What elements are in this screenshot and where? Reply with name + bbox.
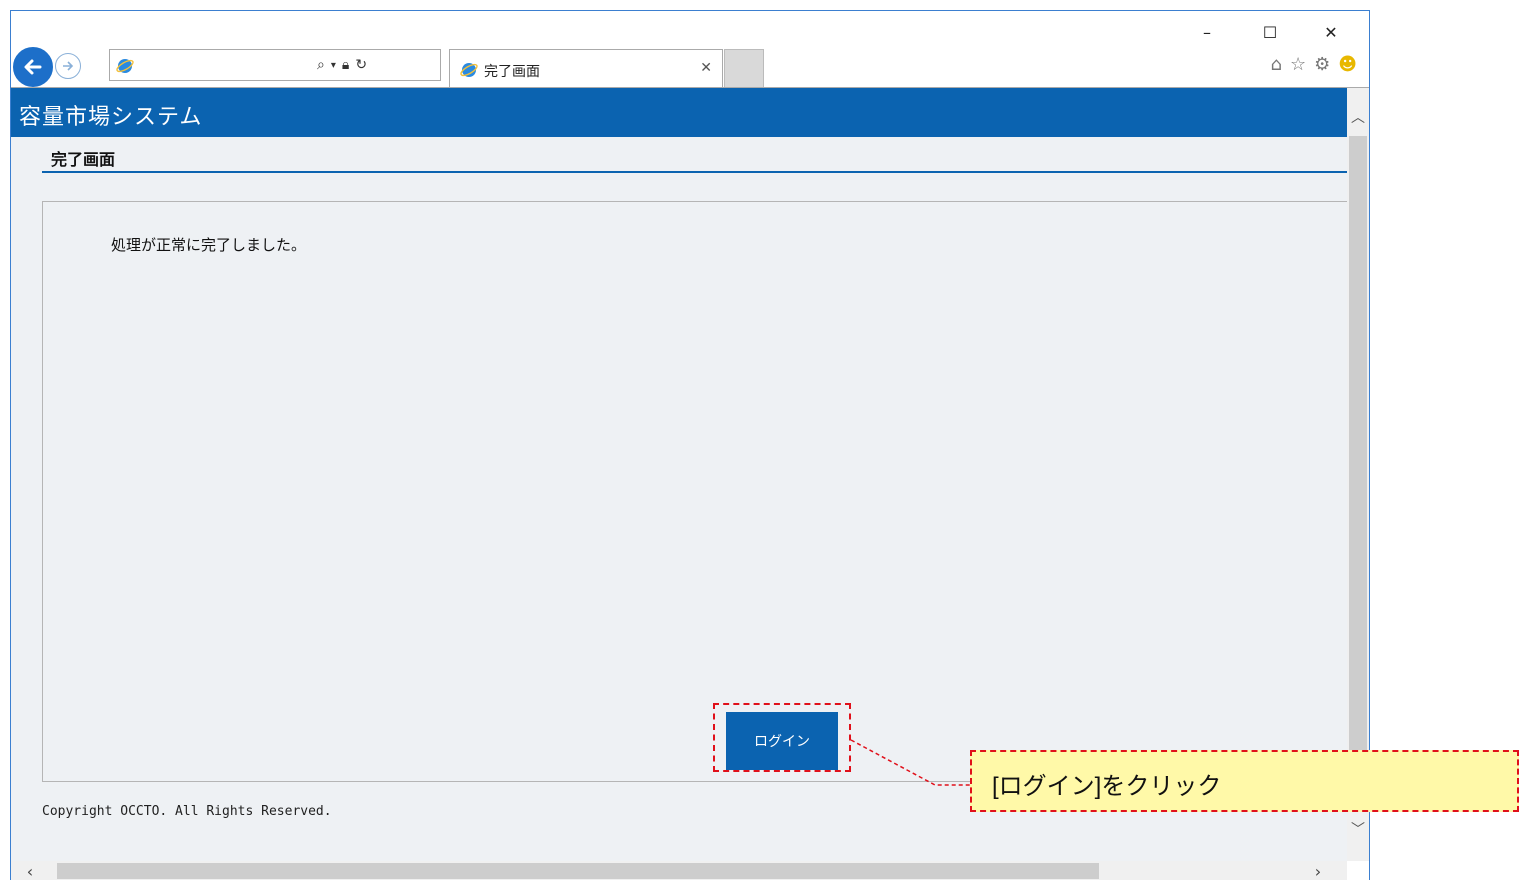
browser-toolbar: ⌂ ☆ ⚙ ☻ — [1271, 54, 1357, 75]
completion-message: 処理が正常に完了しました。 — [111, 236, 307, 254]
search-icon[interactable]: ⌕ — [317, 57, 325, 73]
content-panel: 処理が正常に完了しました。 ログイン — [42, 201, 1352, 782]
back-arrow-icon — [24, 59, 42, 75]
favorites-star-icon[interactable]: ☆ — [1290, 54, 1306, 75]
vertical-scrollbar[interactable]: ︿ ﹀ — [1347, 88, 1369, 861]
home-icon[interactable]: ⌂ — [1271, 54, 1282, 75]
callout-text: [ログイン]をクリック — [992, 773, 1222, 800]
address-bar-actions: ⌕ ▾ 🔒︎ ↻ — [317, 57, 367, 73]
forward-button[interactable] — [55, 53, 81, 79]
app-header: 容量市場システム — [11, 88, 1347, 137]
feedback-smiley-icon[interactable]: ☻ — [1338, 54, 1357, 75]
forward-arrow-icon — [63, 61, 74, 71]
ie-logo-icon — [460, 63, 478, 77]
title-underline — [42, 171, 1347, 173]
scroll-left-icon[interactable]: ‹ — [19, 861, 41, 880]
tab-close-icon[interactable]: ✕ — [700, 60, 712, 76]
horizontal-scroll-thumb[interactable] — [57, 863, 1099, 879]
address-bar[interactable] — [109, 49, 441, 81]
vertical-scroll-thumb[interactable] — [1349, 136, 1367, 806]
scroll-right-icon[interactable]: › — [1307, 861, 1329, 880]
refresh-icon[interactable]: ↻ — [355, 57, 367, 73]
maximize-button[interactable]: ☐ — [1250, 19, 1290, 45]
minimize-button[interactable]: – — [1187, 19, 1227, 45]
settings-gear-icon[interactable]: ⚙ — [1314, 54, 1330, 75]
new-tab-button[interactable] — [724, 49, 764, 88]
page-title: 完了画面 — [51, 150, 116, 169]
copyright-text: Copyright OCCTO. All Rights Reserved. — [42, 804, 332, 819]
scroll-down-icon[interactable]: ﹀ — [1347, 818, 1369, 840]
dropdown-arrow-icon[interactable]: ▾ — [331, 60, 336, 71]
app-title: 容量市場システム — [19, 105, 203, 130]
lock-icon[interactable]: 🔒︎ — [342, 57, 349, 73]
instruction-callout: [ログイン]をクリック — [970, 750, 1519, 812]
scroll-up-icon[interactable]: ︿ — [1347, 106, 1369, 128]
tab-active[interactable]: 完了画面 ✕ — [449, 49, 723, 88]
login-highlight-box — [713, 703, 851, 772]
close-window-button[interactable]: ✕ — [1311, 19, 1351, 45]
back-button[interactable] — [13, 47, 53, 87]
horizontal-scrollbar[interactable]: ‹ › — [11, 861, 1347, 880]
ie-logo-icon — [116, 59, 134, 73]
tab-title: 完了画面 — [484, 64, 540, 80]
